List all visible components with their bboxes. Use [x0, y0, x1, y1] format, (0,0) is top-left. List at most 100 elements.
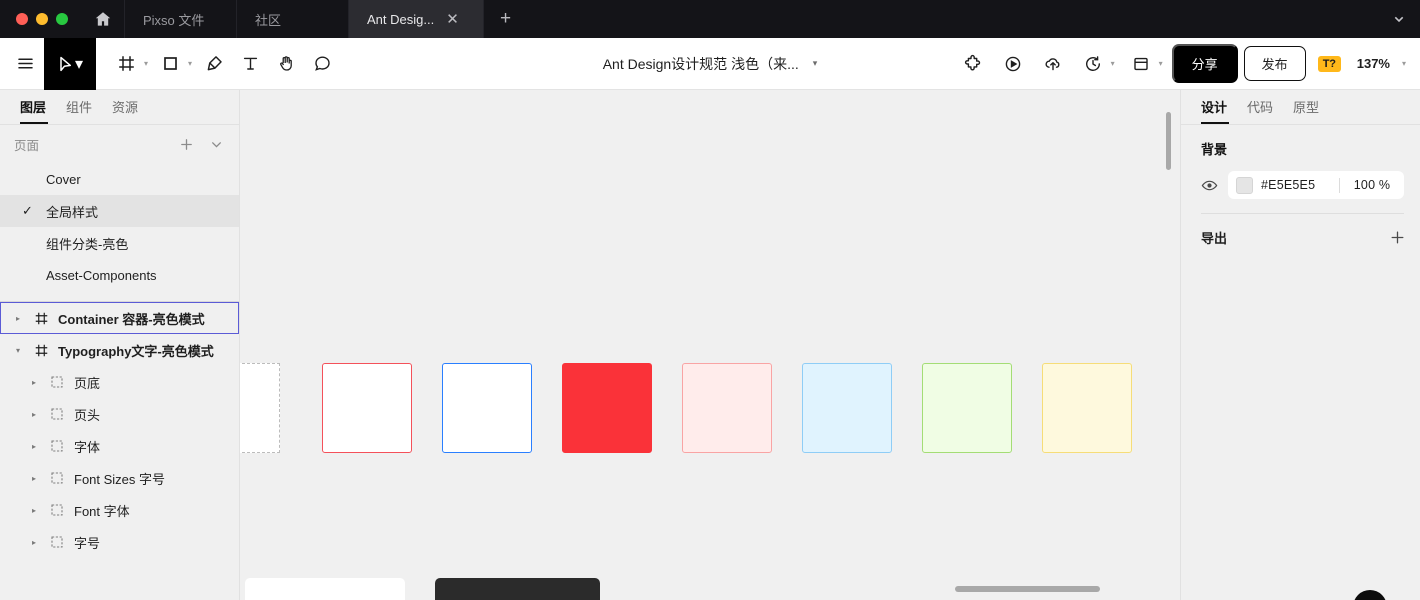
page-item-cover[interactable]: Cover [0, 163, 239, 195]
home-button[interactable] [82, 0, 124, 38]
expand-arrow-icon[interactable]: ▸ [28, 474, 40, 483]
right-panel: 设计 代码 原型 背景 #E5E5E5 100 % 导出 [1180, 90, 1420, 600]
font-missing-badge[interactable]: T? [1317, 55, 1341, 72]
pen-tool-button[interactable] [197, 47, 231, 81]
layout-view-button[interactable]: ▾ [1124, 47, 1166, 81]
tab-components[interactable]: 组件 [56, 97, 102, 124]
publish-button[interactable]: 发布 [1243, 46, 1306, 81]
collapse-arrow-icon[interactable]: ▾ [12, 346, 24, 355]
page-title[interactable]: Ant Design设计规范 浅色（来... [603, 54, 799, 74]
layer-item-font-family[interactable]: ▸ Font 字体 [0, 494, 239, 526]
expand-arrow-icon[interactable]: ▸ [12, 314, 24, 323]
cloud-upload-button[interactable] [1036, 47, 1070, 81]
canvas-swatch-tint-red[interactable] [682, 363, 772, 453]
horizontal-scrollbar[interactable] [955, 586, 1100, 592]
background-color-swatch[interactable] [1236, 176, 1253, 194]
plugin-button[interactable] [956, 47, 990, 81]
layer-item-typography[interactable]: ▾ Typography文字-亮色模式 [0, 334, 239, 366]
layer-item-header[interactable]: ▸ 页头 [0, 398, 239, 430]
layout-view-caret-icon[interactable]: ▾ [1159, 59, 1163, 68]
add-page-button[interactable] [175, 137, 197, 152]
layer-item-container[interactable]: ▸ Container 容器-亮色模式 [0, 302, 239, 334]
titlebar-spacer [527, 0, 1392, 38]
maximize-window-button[interactable] [56, 13, 68, 25]
component-icon [48, 471, 66, 485]
tab-layers[interactable]: 图层 [12, 97, 56, 124]
tab-label: Pixso 文件 [143, 12, 205, 28]
expand-arrow-icon[interactable]: ▸ [28, 442, 40, 451]
layer-item-typeface[interactable]: ▸ 字体 [0, 430, 239, 462]
component-icon [48, 503, 66, 517]
tab-assets[interactable]: 资源 [102, 97, 148, 124]
move-tool-button[interactable]: ▾ [44, 37, 96, 90]
background-fill-row: #E5E5E5 100 % [1201, 171, 1404, 199]
new-tab-button[interactable]: + [483, 0, 527, 38]
background-color-chip[interactable]: #E5E5E5 100 % [1228, 171, 1404, 199]
toggle-background-visibility-button[interactable] [1201, 177, 1218, 194]
layer-label: Typography文字-亮色模式 [58, 343, 214, 359]
background-opacity-value[interactable]: 100 % [1348, 178, 1396, 192]
layer-label: Font 字体 [74, 503, 130, 519]
frame-icon [32, 343, 50, 358]
canvas-swatch-outline-blue[interactable] [442, 363, 532, 453]
history-icon [1083, 54, 1103, 74]
comment-tool-button[interactable] [305, 47, 339, 81]
hand-tool-button[interactable] [269, 47, 303, 81]
canvas-swatch-placeholder-dashed[interactable] [240, 363, 280, 453]
hamburger-menu-button[interactable] [8, 47, 42, 81]
browser-tab-ant-design[interactable]: Ant Desig... ✕ [348, 0, 483, 38]
add-export-button[interactable] [1389, 229, 1406, 246]
zoom-chevron-down-icon[interactable]: ▾ [1402, 59, 1406, 68]
chip-divider [1339, 177, 1340, 193]
left-panel-tabs: 图层 组件 资源 [0, 90, 239, 125]
tab-prototype[interactable]: 原型 [1283, 97, 1329, 124]
canvas-card-dark[interactable] [435, 578, 600, 600]
close-tab-icon[interactable]: ✕ [446, 12, 459, 27]
shape-tool-caret-icon[interactable]: ▾ [188, 59, 192, 68]
canvas-swatch-solid-red[interactable] [562, 363, 652, 453]
version-history-caret-icon[interactable]: ▾ [1111, 59, 1115, 68]
expand-arrow-icon[interactable]: ▸ [28, 378, 40, 387]
page-label: 全局样式 [46, 204, 99, 220]
close-window-button[interactable] [16, 13, 28, 25]
zoom-level-value[interactable]: 137% [1357, 56, 1390, 71]
design-canvas[interactable] [240, 90, 1180, 600]
version-history-button[interactable]: ▾ [1076, 47, 1118, 81]
expand-arrow-icon[interactable]: ▸ [28, 506, 40, 515]
layer-item-font-size[interactable]: ▸ 字号 [0, 526, 239, 558]
eye-icon [1201, 177, 1218, 194]
canvas-swatch-tint-blue[interactable] [802, 363, 892, 453]
browser-tab-community[interactable]: 社区 [236, 0, 348, 38]
vertical-scrollbar[interactable] [1166, 112, 1171, 170]
canvas-swatch-outline-red[interactable] [322, 363, 412, 453]
frame-tool-button[interactable]: ▾ [109, 47, 151, 81]
text-tool-button[interactable] [233, 47, 267, 81]
toolbar-left-group: ▾ ▾ ▾ [0, 37, 339, 90]
present-button[interactable] [996, 47, 1030, 81]
page-item-asset-components[interactable]: Asset-Components [0, 259, 239, 291]
tab-code[interactable]: 代码 [1237, 97, 1283, 124]
background-hex-value[interactable]: #E5E5E5 [1261, 178, 1331, 192]
layer-item-font-sizes[interactable]: ▸ Font Sizes 字号 [0, 462, 239, 494]
frame-icon [32, 311, 50, 326]
share-button[interactable]: 分享 [1171, 44, 1238, 83]
collapse-pages-button[interactable] [205, 137, 227, 152]
document-title-chevron-down-icon[interactable]: ▾ [813, 58, 818, 69]
minimize-window-button[interactable] [36, 13, 48, 25]
shape-tool-button[interactable]: ▾ [153, 47, 195, 81]
titlebar-overflow-button[interactable] [1392, 0, 1420, 38]
expand-arrow-icon[interactable]: ▸ [28, 410, 40, 419]
canvas-swatch-tint-green[interactable] [922, 363, 1012, 453]
workspace: 图层 组件 资源 页面 Cover ✓ 全局样式 组件分类-亮色 Asset-C… [0, 90, 1420, 600]
frame-tool-caret-icon[interactable]: ▾ [144, 59, 148, 68]
expand-arrow-icon[interactable]: ▸ [28, 538, 40, 547]
layer-item-footer[interactable]: ▸ 页底 [0, 366, 239, 398]
tab-design[interactable]: 设计 [1193, 97, 1237, 124]
move-tool-caret-icon[interactable]: ▾ [75, 54, 83, 74]
page-item-global-styles[interactable]: ✓ 全局样式 [0, 195, 239, 227]
canvas-card-light[interactable] [245, 578, 405, 600]
page-item-component-categories[interactable]: 组件分类-亮色 [0, 227, 239, 259]
canvas-swatch-tint-yellow[interactable] [1042, 363, 1132, 453]
frame-icon [117, 54, 136, 73]
browser-tab-pixso-files[interactable]: Pixso 文件 [124, 0, 236, 38]
